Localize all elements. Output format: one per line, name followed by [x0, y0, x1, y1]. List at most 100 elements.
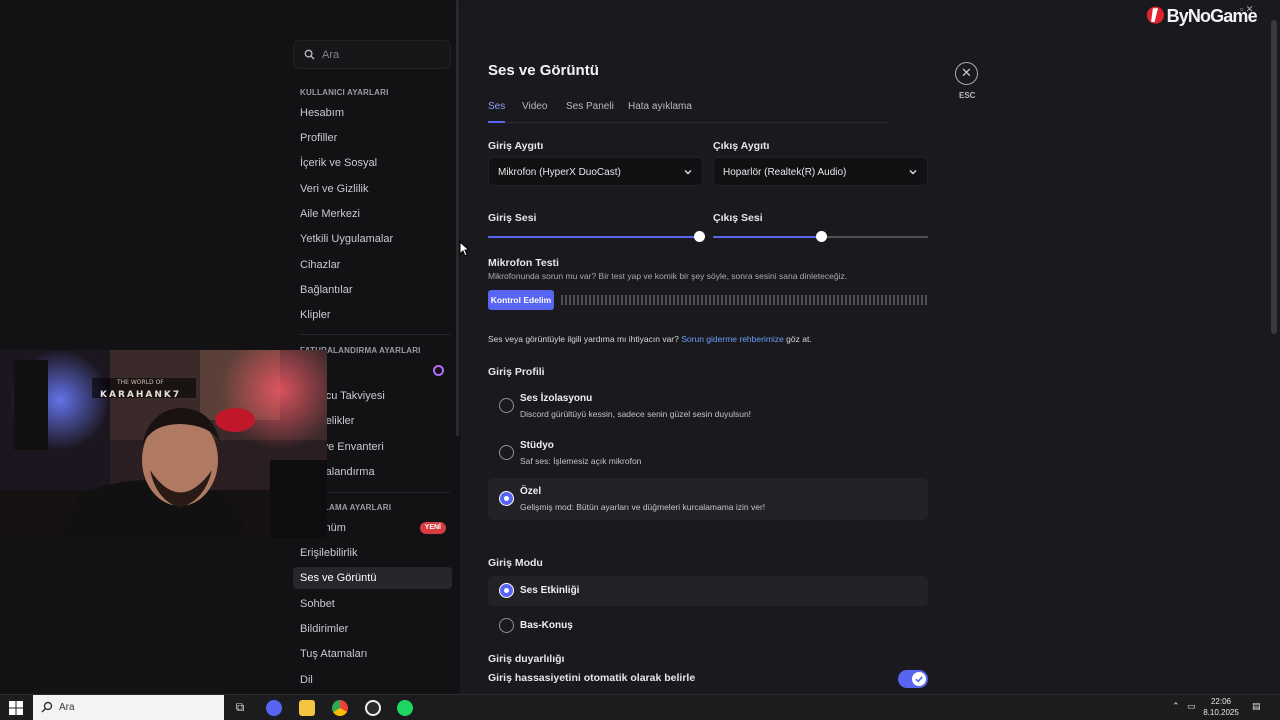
window-close-icon[interactable]: ✕ [1246, 4, 1254, 14]
meter-bar [681, 295, 683, 305]
sidebar-item-voice-video[interactable]: Ses ve Görüntü [293, 567, 452, 589]
sidebar-item-chat[interactable]: Sohbet [293, 593, 452, 615]
meter-bar [569, 295, 571, 305]
meter-bar [737, 295, 739, 305]
sidebar-item-notifications[interactable]: Bildirimler [293, 618, 452, 640]
tab-voice[interactable]: Ses [488, 101, 506, 123]
profile-title: Ses İzolasyonu [520, 393, 593, 404]
maximize-icon[interactable]: ▫ [1240, 4, 1243, 14]
spotify-icon[interactable] [397, 700, 413, 716]
close-icon: ✕ [961, 65, 972, 80]
new-badge: YENİ [419, 522, 446, 534]
sidebar-item-content-social[interactable]: İçerik ve Sosyal [293, 152, 452, 174]
tab-debug[interactable]: Hata ayıklama [628, 101, 692, 123]
meter-bar [705, 295, 707, 305]
profile-option-custom[interactable]: Özel Gelişmiş mod: Bütün ayarları ve düğ… [488, 478, 928, 520]
sidebar-item-profiles[interactable]: Profiller [293, 127, 452, 149]
meter-bar [625, 295, 627, 305]
app-icon[interactable] [365, 700, 381, 716]
meter-bar [861, 295, 863, 305]
mode-option-voice-activity[interactable]: Ses Etkinliği [488, 576, 928, 606]
sidebar-item-keybinds[interactable]: Tuş Atamaları [293, 643, 452, 665]
meter-bar [729, 295, 731, 305]
meter-bar [869, 295, 871, 305]
sidebar-item-devices[interactable]: Cihazlar [293, 254, 452, 276]
meter-bar [837, 295, 839, 305]
sidebar-item-authorized-apps[interactable]: Yetkili Uygulamalar [293, 228, 452, 250]
meter-bar [709, 295, 711, 305]
auto-sensitivity-label: Giriş hassasiyetini otomatik olarak beli… [488, 672, 696, 684]
input-volume-slider[interactable] [488, 231, 705, 242]
sidebar-divider [300, 334, 450, 335]
input-volume-label: Giriş Sesi [488, 212, 537, 224]
meter-bar [749, 295, 751, 305]
tab-soundboard[interactable]: Ses Paneli [566, 101, 614, 123]
input-device-select[interactable]: Mikrofon (HyperX DuoCast) [488, 157, 703, 186]
search-icon [304, 49, 315, 60]
help-text: Ses veya görüntüyle ilgili yardıma mı ih… [488, 334, 812, 344]
sidebar-search-input[interactable]: Ara [293, 40, 451, 69]
bynogame-logo: ByNoGame [1146, 6, 1258, 26]
mic-test-description: Mikrofonunda sorun mu var? Bir test yap … [488, 271, 848, 281]
sidebar-item-accessibility[interactable]: Erişilebilirlik [293, 542, 452, 564]
sidebar-item-clips[interactable]: Klipler [293, 304, 452, 326]
mic-test-button[interactable]: Kontrol Edelim [488, 290, 554, 310]
chevron-up-icon[interactable]: ⌃ [1172, 701, 1180, 712]
radio-button[interactable] [499, 445, 514, 460]
output-volume-fill [713, 236, 821, 238]
windows-start-icon[interactable] [9, 701, 23, 715]
meter-bar [745, 295, 747, 305]
sidebar-item-data-privacy[interactable]: Veri ve Gizlilik [293, 178, 452, 200]
help-suffix: göz at. [786, 334, 812, 344]
sidebar-item-family-center[interactable]: Aile Merkezi [293, 203, 452, 225]
radio-button[interactable] [499, 398, 514, 413]
check-icon [915, 676, 923, 683]
discord-app-icon[interactable] [266, 700, 282, 716]
mode-option-push-to-talk[interactable]: Bas-Konuş [488, 611, 928, 641]
taskbar-clock[interactable]: 22:06 8.10.2025 [1200, 696, 1242, 718]
meter-bar [565, 295, 567, 305]
radio-button-selected[interactable] [499, 583, 514, 598]
content-scrollbar[interactable] [1271, 20, 1277, 334]
meter-bar [605, 295, 607, 305]
mic-level-meter [561, 295, 927, 305]
notification-center-icon[interactable]: ▤ [1252, 701, 1261, 712]
section-header-user-settings: KULLANICI AYARLARI [300, 88, 389, 97]
network-icon[interactable]: ▭ [1187, 701, 1196, 712]
meter-bar [841, 295, 843, 305]
clock-date: 8.10.2025 [1203, 708, 1239, 717]
sidebar-item-connections[interactable]: Bağlantılar [293, 279, 452, 301]
meter-bar [825, 295, 827, 305]
meter-bar [593, 295, 595, 305]
radio-button[interactable] [499, 618, 514, 633]
output-volume-handle[interactable] [815, 231, 827, 242]
meter-bar [909, 295, 911, 305]
output-device-label: Çıkış Aygıtı [713, 140, 770, 152]
profile-option-voice-isolation[interactable]: Ses İzolasyonu Discord gürültüyü kessin,… [488, 385, 928, 427]
meter-bar [725, 295, 727, 305]
profile-option-studio[interactable]: Stüdyo Saf ses: İşlemesiz açık mikrofon [488, 432, 928, 474]
sidebar-scrollbar[interactable] [456, 0, 459, 436]
chrome-icon[interactable] [332, 700, 348, 716]
sidebar-item-account[interactable]: Hesabım [293, 102, 452, 124]
close-button[interactable]: ✕ [955, 62, 978, 85]
meter-bar [785, 295, 787, 305]
meter-bar [833, 295, 835, 305]
auto-sensitivity-toggle[interactable] [898, 670, 928, 688]
radio-button-selected[interactable] [499, 491, 514, 506]
output-volume-slider[interactable] [713, 231, 928, 242]
mode-title: Ses Etkinliği [520, 585, 580, 596]
troubleshooting-link[interactable]: Sorun giderme rehberimize [681, 334, 784, 344]
tab-video[interactable]: Video [522, 101, 547, 123]
meter-bar [761, 295, 763, 305]
meter-bar [821, 295, 823, 305]
output-device-select[interactable]: Hoparlör (Realtek(R) Audio) [713, 157, 928, 186]
output-device-value: Hoparlör (Realtek(R) Audio) [723, 167, 847, 178]
sidebar-item-language[interactable]: Dil [293, 669, 452, 691]
meter-bar [653, 295, 655, 305]
taskbar-search-input[interactable]: Ara [33, 695, 224, 720]
input-volume-handle[interactable] [693, 231, 705, 242]
task-view-icon[interactable]: ⧉ [232, 700, 248, 716]
file-explorer-icon[interactable] [299, 700, 315, 716]
meter-bar [905, 295, 907, 305]
